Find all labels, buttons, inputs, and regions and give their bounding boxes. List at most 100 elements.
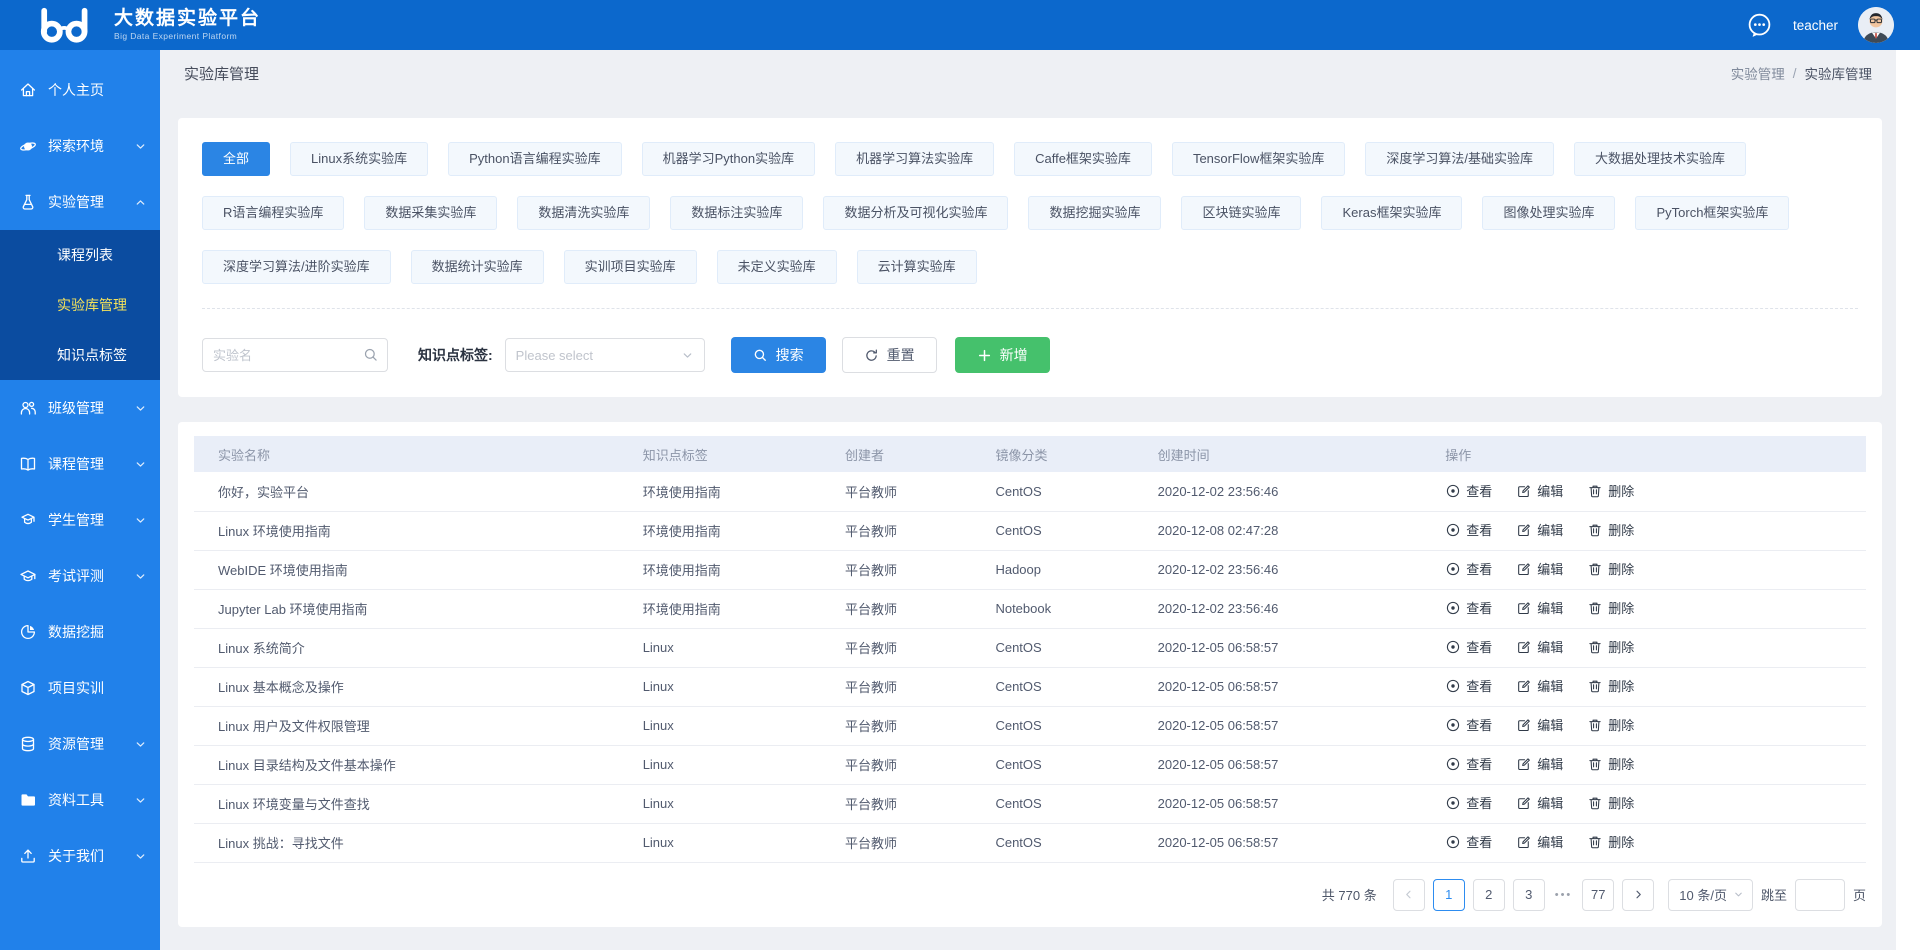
chevron-down-icon: [134, 570, 147, 583]
filter-tag[interactable]: 图像处理实验库: [1482, 196, 1615, 230]
eye-icon: [1445, 639, 1461, 655]
filter-tag[interactable]: 区块链实验库: [1181, 196, 1301, 230]
edit-action[interactable]: 编辑: [1516, 793, 1563, 812]
column-header: 操作: [1421, 436, 1866, 472]
sidebar-item[interactable]: 探索环境: [0, 118, 160, 174]
view-action[interactable]: 查看: [1445, 754, 1492, 773]
reset-button[interactable]: 重置: [842, 337, 937, 373]
username: teacher: [1793, 18, 1838, 33]
delete-action[interactable]: 删除: [1587, 481, 1634, 500]
page-number-button[interactable]: 1: [1433, 879, 1465, 911]
filter-tag[interactable]: TensorFlow框架实验库: [1172, 142, 1345, 176]
filter-tag[interactable]: 机器学习Python实验库: [642, 142, 815, 176]
filter-tag[interactable]: 数据标注实验库: [670, 196, 803, 230]
delete-action[interactable]: 删除: [1587, 598, 1634, 617]
filter-tag[interactable]: 云计算实验库: [857, 250, 977, 284]
edit-action[interactable]: 编辑: [1516, 559, 1563, 578]
filter-tag[interactable]: 深度学习算法/基础实验库: [1365, 142, 1554, 176]
filter-tag[interactable]: Linux系统实验库: [290, 142, 428, 176]
jump-page-input[interactable]: [1795, 879, 1845, 911]
page-size-select[interactable]: 10 条/页: [1668, 879, 1753, 911]
view-action[interactable]: 查看: [1445, 676, 1492, 695]
knowledge-tag-select[interactable]: Please select: [505, 338, 705, 372]
cell-created_at: 2020-12-02 23:56:46: [1134, 589, 1422, 628]
delete-action[interactable]: 删除: [1587, 793, 1634, 812]
edit-action[interactable]: 编辑: [1516, 832, 1563, 851]
page-number-button[interactable]: 3: [1513, 879, 1545, 911]
view-action[interactable]: 查看: [1445, 520, 1492, 539]
filter-tag[interactable]: Caffe框架实验库: [1014, 142, 1152, 176]
filter-tag[interactable]: 全部: [202, 142, 270, 176]
edit-action[interactable]: 编辑: [1516, 637, 1563, 656]
sidebar-item[interactable]: 班级管理: [0, 380, 160, 436]
search-button[interactable]: 搜索: [731, 337, 826, 373]
view-action[interactable]: 查看: [1445, 559, 1492, 578]
filter-tag[interactable]: R语言编程实验库: [202, 196, 344, 230]
edit-action[interactable]: 编辑: [1516, 754, 1563, 773]
message-bubble-icon[interactable]: [1746, 12, 1773, 39]
sidebar-item[interactable]: 项目实训: [0, 660, 160, 716]
avatar[interactable]: [1858, 7, 1894, 43]
cell-tag: 环境使用指南: [619, 511, 821, 550]
next-page-button[interactable]: [1622, 879, 1654, 911]
filter-tag[interactable]: 数据挖掘实验库: [1028, 196, 1161, 230]
filter-tag[interactable]: 数据采集实验库: [364, 196, 497, 230]
edit-action[interactable]: 编辑: [1516, 520, 1563, 539]
filter-tag[interactable]: 实训项目实验库: [564, 250, 697, 284]
trash-icon: [1587, 522, 1603, 538]
filter-tag[interactable]: 数据分析及可视化实验库: [823, 196, 1008, 230]
add-button[interactable]: 新增: [955, 337, 1050, 373]
sidebar-subitem[interactable]: 实验库管理: [0, 280, 160, 330]
view-action[interactable]: 查看: [1445, 598, 1492, 617]
page-number-button[interactable]: 77: [1582, 879, 1614, 911]
edit-action[interactable]: 编辑: [1516, 481, 1563, 500]
cell-image: CentOS: [971, 706, 1133, 745]
sidebar-item[interactable]: 实验管理: [0, 174, 160, 230]
prev-page-button[interactable]: [1393, 879, 1425, 911]
sidebar-subitem[interactable]: 知识点标签: [0, 330, 160, 380]
edit-action[interactable]: 编辑: [1516, 676, 1563, 695]
filter-tag[interactable]: Python语言编程实验库: [448, 142, 621, 176]
filter-tag[interactable]: 大数据处理技术实验库: [1574, 142, 1746, 176]
filter-tag[interactable]: 数据统计实验库: [411, 250, 544, 284]
pagination-ellipsis[interactable]: •••: [1553, 889, 1575, 901]
view-action[interactable]: 查看: [1445, 715, 1492, 734]
sidebar-item-label: 学生管理: [48, 510, 104, 530]
sidebar-item[interactable]: 资源管理: [0, 716, 160, 772]
filter-tag[interactable]: Keras框架实验库: [1321, 196, 1462, 230]
delete-action[interactable]: 删除: [1587, 637, 1634, 656]
sidebar-subitem[interactable]: 课程列表: [0, 230, 160, 280]
app-subtitle: Big Data Experiment Platform: [114, 31, 261, 41]
sidebar-item[interactable]: 个人主页: [0, 62, 160, 118]
filter-tag[interactable]: PyTorch框架实验库: [1635, 196, 1789, 230]
sidebar-item[interactable]: 数据挖掘: [0, 604, 160, 660]
sidebar-item[interactable]: 考试评测: [0, 548, 160, 604]
view-action[interactable]: 查看: [1445, 481, 1492, 500]
view-action[interactable]: 查看: [1445, 832, 1492, 851]
filter-tag[interactable]: 数据清洗实验库: [517, 196, 650, 230]
edit-action[interactable]: 编辑: [1516, 598, 1563, 617]
delete-action[interactable]: 删除: [1587, 559, 1634, 578]
delete-action[interactable]: 删除: [1587, 520, 1634, 539]
sidebar-item[interactable]: 关于我们: [0, 828, 160, 884]
scrollbar-track[interactable]: [1896, 50, 1920, 950]
view-action[interactable]: 查看: [1445, 637, 1492, 656]
table-row: Linux 目录结构及文件基本操作Linux平台教师CentOS2020-12-…: [194, 745, 1866, 784]
delete-action[interactable]: 删除: [1587, 676, 1634, 695]
filter-tag[interactable]: 深度学习算法/进阶实验库: [202, 250, 391, 284]
delete-action[interactable]: 删除: [1587, 754, 1634, 773]
filter-tag[interactable]: 未定义实验库: [717, 250, 837, 284]
sidebar-item[interactable]: 学生管理: [0, 492, 160, 548]
sidebar-item[interactable]: 课程管理: [0, 436, 160, 492]
delete-action[interactable]: 删除: [1587, 715, 1634, 734]
breadcrumb-item[interactable]: 实验管理: [1731, 63, 1785, 83]
sidebar-item[interactable]: 资料工具: [0, 772, 160, 828]
experiment-name-input[interactable]: [202, 338, 388, 372]
chevron-down-icon: [1733, 889, 1744, 900]
delete-action[interactable]: 删除: [1587, 832, 1634, 851]
filter-tag[interactable]: 机器学习算法实验库: [835, 142, 994, 176]
edit-action[interactable]: 编辑: [1516, 715, 1563, 734]
page-number-button[interactable]: 2: [1473, 879, 1505, 911]
view-action[interactable]: 查看: [1445, 793, 1492, 812]
cell-image: CentOS: [971, 745, 1133, 784]
